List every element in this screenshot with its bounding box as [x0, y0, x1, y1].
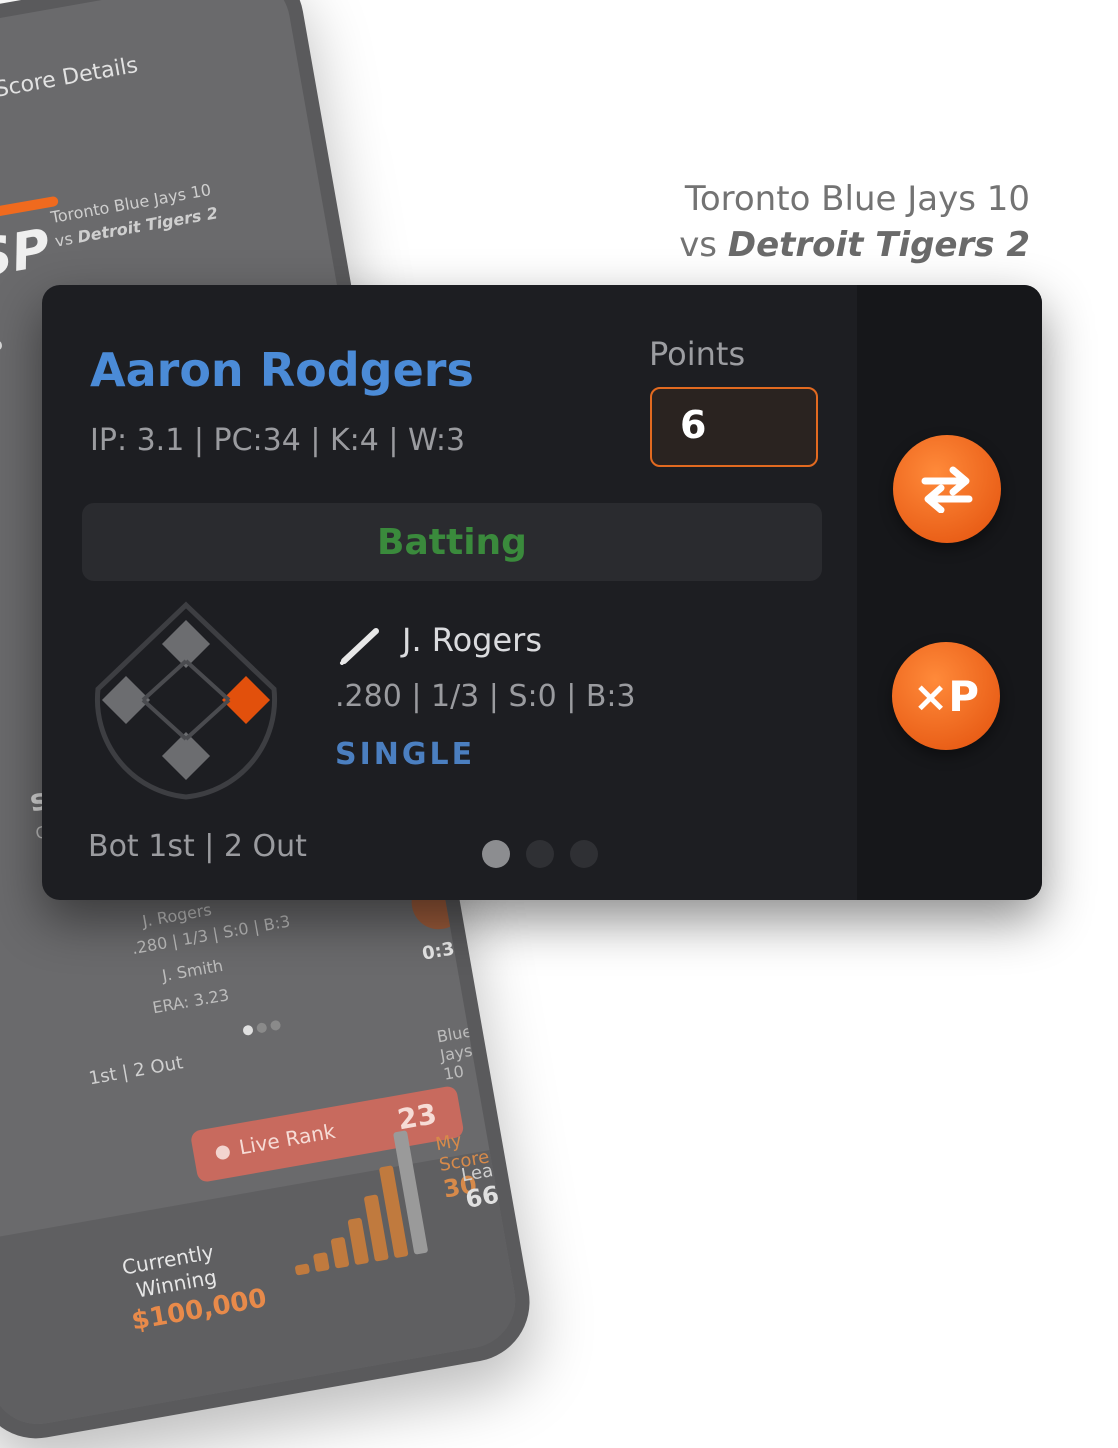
play-result: SINGLE — [335, 737, 476, 772]
card-action-panel — [857, 285, 1042, 900]
page-dot-1[interactable] — [482, 840, 510, 868]
team2-score-line: vs Detroit Tigers 2 — [679, 225, 1030, 265]
game-score-header: Toronto Blue Jays 10 vs Detroit Tigers 2 — [679, 176, 1030, 268]
swap-arrows-icon — [921, 466, 973, 513]
status-bar: Batting — [82, 503, 822, 581]
phone-title: My Score Details — [0, 52, 140, 110]
page-indicator[interactable] — [482, 840, 598, 868]
phone-page-dots — [241, 1014, 286, 1040]
page-dot-3[interactable] — [570, 840, 598, 868]
leader-score: Leader: 66 — [459, 1153, 523, 1214]
team1-score: Toronto Blue Jays 10 — [684, 179, 1030, 219]
xp-label: ×P — [913, 671, 979, 721]
page-dot-2[interactable] — [526, 840, 554, 868]
points-input[interactable]: 6 — [650, 387, 818, 467]
points-label: Points — [649, 335, 746, 373]
status-text: Batting — [377, 521, 527, 563]
xp-boost-button[interactable]: ×P — [892, 642, 1000, 750]
inning-status: Bot 1st | 2 Out — [88, 829, 307, 864]
phone-fragment-1: ers — [0, 322, 6, 367]
batter-stats: .280 | 1/3 | S:0 | B:3 — [335, 679, 636, 714]
phone-pitcher-name: J. Smith — [160, 955, 225, 986]
baseball-diamond-icon — [94, 601, 278, 800]
player-name[interactable]: Aaron Rodgers — [90, 343, 474, 397]
sp-label: SP — [0, 218, 55, 291]
phone-pitcher-era: ERA: 3.23 — [151, 985, 231, 1018]
phone-inning: 1st | 2 Out — [87, 1052, 185, 1090]
player-card: Aaron Rodgers IP: 3.1 | PC:34 | K:4 | W:… — [42, 285, 1042, 900]
swap-player-button[interactable] — [893, 435, 1001, 543]
live-dot-icon — [214, 1144, 231, 1161]
batter-name: J. Rogers — [402, 621, 542, 659]
signal-bars-icon — [272, 1110, 454, 1276]
baseball-bat-icon — [340, 628, 379, 665]
phone-timer: 0:30 — [420, 936, 469, 965]
phone-next-game: Blue Jays 10 — [435, 1021, 474, 1084]
player-stats: IP: 3.1 | PC:34 | K:4 | W:3 — [90, 423, 466, 458]
